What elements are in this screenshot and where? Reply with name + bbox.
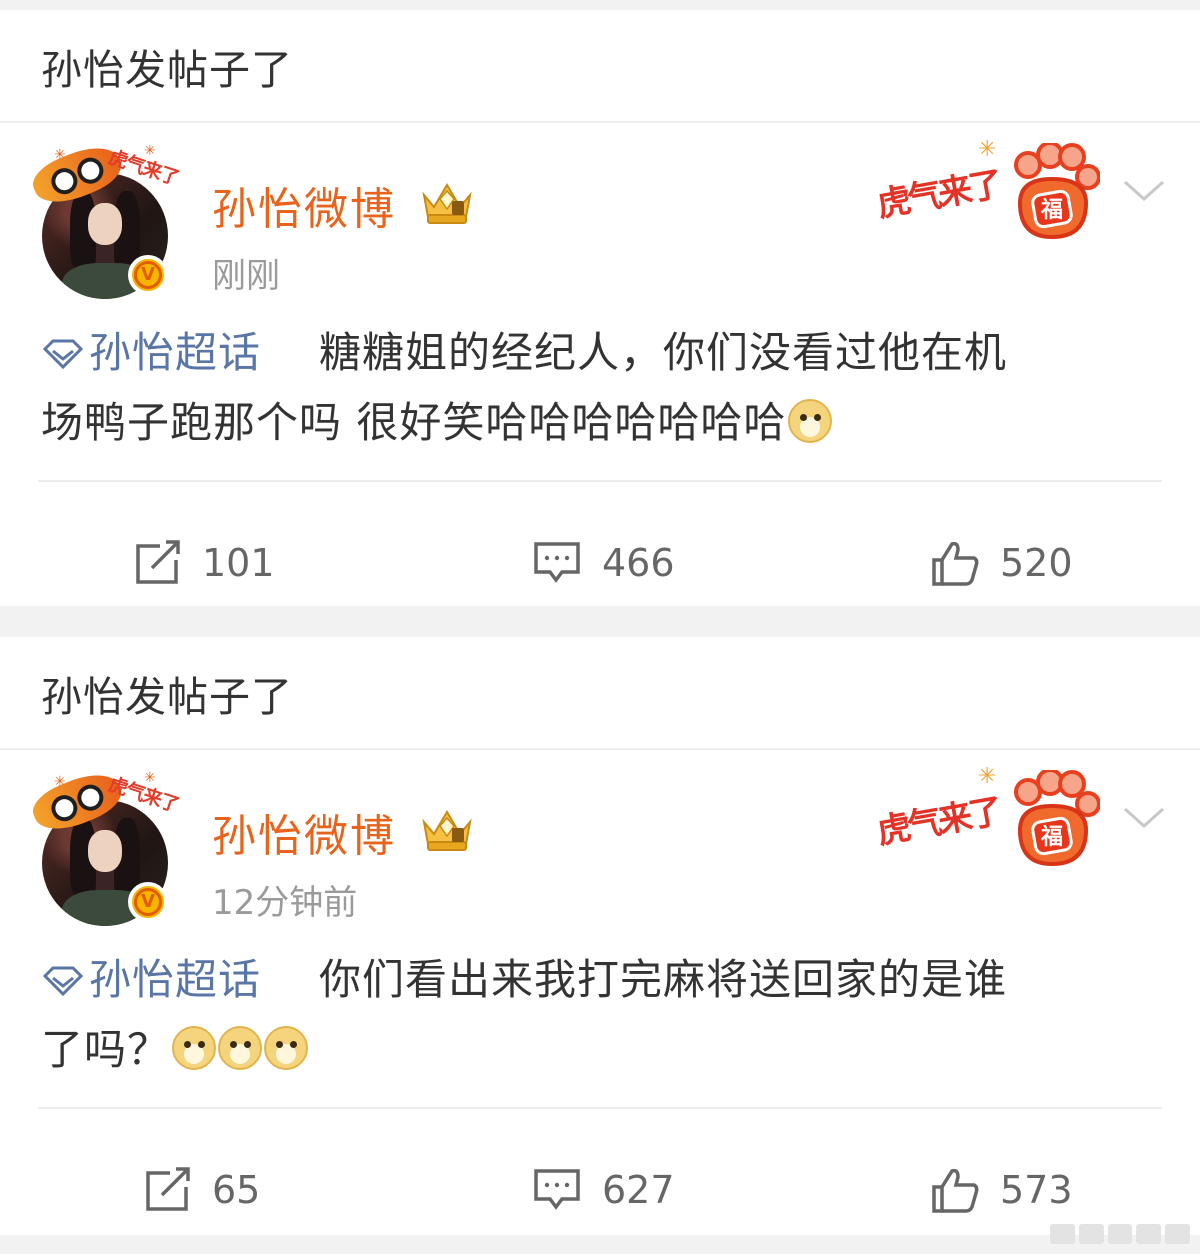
- post-text-line2: 了吗？: [41, 1025, 171, 1074]
- repost-count: 101: [202, 541, 275, 585]
- divider: [38, 1107, 1162, 1109]
- promo-badge[interactable]: ✳ 虎气来了 福: [874, 137, 1102, 247]
- super-topic-diamond-icon: [42, 966, 84, 996]
- doge-emoji: [172, 1026, 217, 1070]
- comment-button[interactable]: 627: [532, 1155, 675, 1225]
- post-text-line1: 糖糖姐的经纪人，你们没看过他在机: [319, 328, 1008, 377]
- chevron-down-icon[interactable]: [1122, 179, 1166, 203]
- like-button[interactable]: 520: [930, 528, 1073, 598]
- user-name[interactable]: 孙怡微博: [212, 173, 396, 237]
- action-bar: 101 466 520: [0, 528, 1200, 598]
- post-card[interactable]: 虎气来了 ✳ ✳ V 孙怡微博 刚刚 ✳ 虎气来了 福 孙怡超话 糖糖姐的经纪人…: [0, 123, 1200, 604]
- weibo-feed-page: 孙怡发帖子了 虎气来了 ✳ ✳ V 孙怡微博 刚刚 ✳ 虎气来了 福 孙怡超话 …: [0, 0, 1200, 1254]
- doge-emoji: [218, 1026, 263, 1070]
- sparkle-icon: ✳: [144, 770, 156, 786]
- post-block: 孙怡发帖子了 虎气来了 ✳ ✳ V 孙怡微博 刚刚 ✳ 虎气来了 福 孙怡超话 …: [0, 10, 1200, 606]
- repost-button[interactable]: 65: [142, 1155, 260, 1225]
- repost-icon: [146, 1167, 190, 1211]
- watermark: [1050, 1224, 1190, 1244]
- post-time: 刚刚: [212, 256, 280, 296]
- repost-count: 65: [212, 1168, 261, 1212]
- repost-icon: [136, 540, 180, 584]
- like-count: 520: [1000, 541, 1073, 585]
- promo-badge[interactable]: ✳ 虎气来了 福: [874, 764, 1102, 874]
- lucky-paw-icon: 福: [1014, 143, 1100, 240]
- super-topic-label: 孙怡超话: [89, 955, 262, 1004]
- comment-count: 466: [602, 541, 675, 585]
- like-button[interactable]: 573: [930, 1155, 1073, 1225]
- like-count: 573: [1000, 1168, 1073, 1212]
- crown-member-icon[interactable]: [418, 177, 476, 227]
- post-time: 12分钟前: [212, 883, 358, 923]
- chevron-down-icon[interactable]: [1122, 806, 1166, 830]
- doge-emoji: [788, 399, 833, 443]
- like-icon: [932, 1168, 979, 1213]
- promo-badge-text: 福: [1040, 825, 1063, 850]
- sparkle-icon: ✳: [54, 147, 66, 163]
- section-title: 孙怡发帖子了: [0, 637, 1200, 750]
- post-text-line2: 场鸭子跑那个吗 很好笑哈哈哈哈哈哈哈: [41, 398, 787, 447]
- post-card[interactable]: 虎气来了 ✳ ✳ V 孙怡微博 12分钟前 ✳ 虎气来了 福 孙怡超话 你们看出…: [0, 750, 1200, 1231]
- verified-v-icon: V: [128, 882, 168, 922]
- doge-emoji: [264, 1026, 309, 1070]
- section-title: 孙怡发帖子了: [0, 10, 1200, 123]
- post-text: 孙怡超话 你们看出来我打完麻将送回家的是谁 了吗？: [41, 945, 1161, 1085]
- super-topic-diamond-icon: [42, 339, 84, 369]
- avatar[interactable]: 虎气来了 ✳ ✳ V: [27, 764, 181, 926]
- verified-v-icon: V: [128, 255, 168, 295]
- user-name[interactable]: 孙怡微博: [212, 800, 396, 864]
- super-topic-link[interactable]: 孙怡超话: [41, 328, 261, 377]
- comment-icon: [534, 1169, 580, 1210]
- crown-member-icon[interactable]: [418, 804, 476, 854]
- promo-badge-text: 福: [1040, 198, 1063, 223]
- promo-text: 虎气来了: [874, 791, 1004, 853]
- promo-text: 虎气来了: [874, 164, 1004, 226]
- lucky-paw-icon: 福: [1014, 770, 1100, 867]
- repost-button[interactable]: 101: [132, 528, 275, 598]
- comment-icon: [534, 542, 580, 583]
- post-text: 孙怡超话 糖糖姐的经纪人，你们没看过他在机 场鸭子跑那个吗 很好笑哈哈哈哈哈哈哈: [41, 318, 1161, 458]
- sparkle-icon: ✳: [144, 143, 156, 159]
- super-topic-label: 孙怡超话: [89, 328, 262, 377]
- like-icon: [932, 541, 979, 586]
- super-topic-link[interactable]: 孙怡超话: [41, 955, 261, 1004]
- comment-count: 627: [602, 1168, 675, 1212]
- action-bar: 65 627 573: [0, 1155, 1200, 1225]
- avatar[interactable]: 虎气来了 ✳ ✳ V: [27, 137, 181, 299]
- sparkle-icon: ✳: [54, 774, 66, 790]
- divider: [38, 480, 1162, 482]
- comment-button[interactable]: 466: [532, 528, 675, 598]
- post-block: 孙怡发帖子了 虎气来了 ✳ ✳ V 孙怡微博 12分钟前 ✳ 虎气来了 福 孙怡…: [0, 637, 1200, 1235]
- post-text-line1: 你们看出来我打完麻将送回家的是谁: [319, 955, 1008, 1004]
